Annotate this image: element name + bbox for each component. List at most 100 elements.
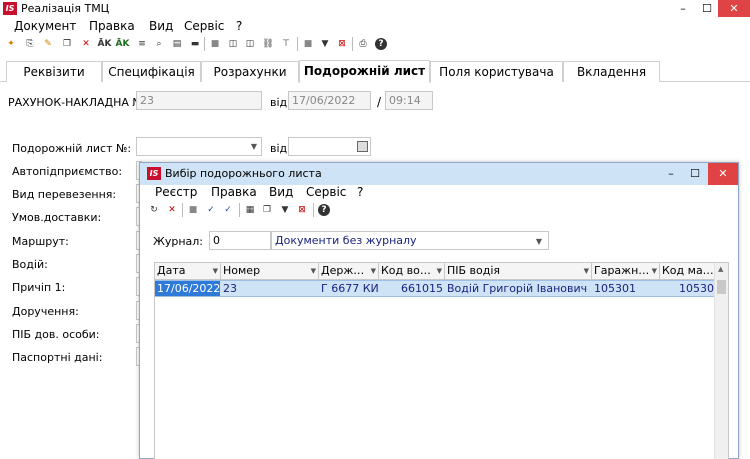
label-delivery-terms: Умов.доставки:: [12, 211, 102, 224]
vertical-scrollbar[interactable]: ▲: [714, 263, 728, 459]
dialog-title-bar: IS Вибір подорожнього листа – ☐ ✕: [140, 163, 738, 185]
journal-dropdown[interactable]: Документи без журналу ▼: [271, 231, 549, 250]
check-icon[interactable]: ✓: [205, 204, 217, 216]
dialog-toolbar: ↻ ✕ ■ ✓ ✓ ▦ ❐ ▼ ⊠ ?: [140, 202, 738, 220]
invoice-label: РАХУНОК-НАКЛАДНА №:: [8, 96, 148, 109]
waybill-grid: Дата ▼ Номер ▼ Держ… ▼ Код во… ▼ ПІБ водія ▼ …: [154, 262, 729, 459]
minimize-button[interactable]: –: [670, 0, 696, 17]
table-icon[interactable]: ▦: [244, 204, 256, 216]
col-header-vehicle-code[interactable]: Код ма…: [660, 263, 716, 280]
tab-calculations[interactable]: Розрахунки: [201, 61, 299, 82]
tab-requisites[interactable]: Реквізити: [6, 61, 102, 82]
label-power-of-attorney: Доручення:: [12, 305, 79, 318]
dialog-menu-edit[interactable]: Правка: [211, 185, 257, 199]
close-button[interactable]: ✕: [718, 0, 750, 17]
cell-vehicle-code: 10530: [679, 282, 714, 295]
tab-attachments[interactable]: Вкладення: [563, 61, 660, 82]
col-header-number[interactable]: Номер ▼: [221, 263, 319, 280]
filter-icon[interactable]: ▼: [279, 204, 291, 216]
sort-arrow-icon: ▼: [370, 267, 376, 275]
new-doc-icon[interactable]: ✦: [5, 38, 17, 50]
copy-doc-icon[interactable]: ⎘: [24, 38, 36, 50]
window-title: Реалізація ТМЦ: [21, 2, 110, 15]
toolbar-separator: [297, 37, 298, 51]
col-header-garage[interactable]: Гаражн… ▼: [592, 263, 660, 280]
delete-icon[interactable]: ✕: [80, 38, 92, 50]
stop-icon[interactable]: ▬: [189, 38, 201, 50]
clear-filter-icon[interactable]: ⊠: [336, 38, 348, 50]
dialog-maximize-button[interactable]: ☐: [683, 163, 707, 185]
toolbar-separator: [313, 203, 314, 217]
col-header-driver-code[interactable]: Код во… ▼: [379, 263, 445, 280]
sort-arrow-icon: ▼: [436, 267, 442, 275]
rect-icon[interactable]: ■: [302, 38, 314, 50]
col-header-driver-name[interactable]: ПІБ водія ▼: [445, 263, 592, 280]
toolbar-separator: [182, 203, 183, 217]
dialog-logo-icon: IS: [147, 167, 161, 180]
dialog-menu-help[interactable]: ?: [357, 185, 363, 199]
ak-icon[interactable]: ĀK: [97, 38, 112, 50]
cell-plate: Г 6677 КИ: [321, 282, 379, 295]
help-icon[interactable]: ?: [318, 204, 330, 216]
chevron-down-icon[interactable]: ▼: [536, 233, 542, 250]
menu-help[interactable]: ?: [236, 19, 242, 33]
dialog-minimize-button[interactable]: –: [659, 163, 683, 185]
label-transport-type: Вид перевезення:: [12, 188, 117, 201]
label-passport: Паспортні дані:: [12, 351, 103, 364]
menu-document[interactable]: Документ: [14, 19, 76, 33]
dialog-close-button[interactable]: ✕: [708, 163, 738, 185]
col-header-plate[interactable]: Держ… ▼: [319, 263, 379, 280]
dialog-menu-registry[interactable]: Реєстр: [155, 185, 197, 199]
grid3-icon[interactable]: ◫: [244, 38, 256, 50]
dialog-menu-view[interactable]: Вид: [269, 185, 293, 199]
print-preview-icon[interactable]: ⌕: [153, 38, 165, 50]
check-all-icon[interactable]: ✓: [222, 204, 234, 216]
stop-icon[interactable]: ■: [187, 204, 199, 216]
print-icon[interactable]: ⎙: [357, 38, 369, 50]
dialog-menu-bar: Реєстр Правка Вид Сервіс ?: [140, 185, 738, 201]
calendar-icon[interactable]: [357, 141, 368, 152]
filter-icon[interactable]: ▼: [319, 38, 331, 50]
refresh-icon[interactable]: ↻: [148, 204, 160, 216]
link-icon[interactable]: ⛓: [262, 38, 274, 50]
menu-service[interactable]: Сервіс: [184, 19, 224, 33]
edit-doc-icon[interactable]: ✎: [42, 38, 54, 50]
delete-icon[interactable]: ✕: [166, 204, 178, 216]
journal-code-field[interactable]: 0: [209, 231, 271, 250]
ak-check-icon[interactable]: ĀK: [115, 38, 130, 50]
maximize-button[interactable]: ☐: [694, 0, 720, 17]
journal-label: Журнал:: [153, 235, 204, 248]
tree-icon[interactable]: ⊤: [280, 38, 292, 50]
menu-view[interactable]: Вид: [149, 19, 173, 33]
cell-number: 23: [223, 282, 237, 295]
waybill-selection-dialog: IS Вибір подорожнього листа – ☐ ✕ Реєстр…: [139, 162, 739, 459]
help-icon[interactable]: ?: [375, 38, 387, 50]
toolbar-separator: [239, 203, 240, 217]
app-logo-icon: IS: [3, 2, 17, 15]
dialog-menu-service[interactable]: Сервіс: [306, 185, 346, 199]
toolbar-separator: [352, 37, 353, 51]
tab-specification[interactable]: Специфікація: [102, 61, 201, 82]
scroll-thumb[interactable]: [717, 280, 726, 294]
calc-icon[interactable]: ▤: [171, 38, 183, 50]
clear-filter-icon[interactable]: ⊠: [296, 204, 308, 216]
grid2-icon[interactable]: ◫: [227, 38, 239, 50]
col-header-date[interactable]: Дата ▼: [155, 263, 221, 280]
table-row[interactable]: 17/06/2022 23 Г 6677 КИ 661015 Водій Гри…: [155, 280, 716, 297]
chevron-down-icon[interactable]: ▼: [251, 138, 257, 155]
tab-user-fields[interactable]: Поля користувача: [430, 61, 563, 82]
grid-icon[interactable]: ■: [209, 38, 221, 50]
waybill-date-field[interactable]: [288, 137, 371, 156]
label-proxy-name: ПІБ дов. особи:: [12, 328, 100, 341]
copy-icon[interactable]: ❐: [261, 204, 273, 216]
date-time-separator: /: [377, 95, 382, 109]
list-icon[interactable]: ≡: [136, 38, 148, 50]
sort-arrow-icon: ▼: [583, 267, 589, 275]
tab-bar: Реквізити Специфікація Розрахунки Подоро…: [0, 60, 750, 83]
grid-header: Дата ▼ Номер ▼ Держ… ▼ Код во… ▼ ПІБ водія ▼ …: [155, 263, 728, 280]
waybill-number-dropdown[interactable]: ▼: [136, 137, 262, 156]
menu-edit[interactable]: Правка: [89, 19, 135, 33]
tab-waybill[interactable]: Подорожній лист: [299, 60, 430, 83]
scroll-up-icon[interactable]: ▲: [718, 265, 723, 273]
copy-icon[interactable]: ❐: [61, 38, 73, 50]
